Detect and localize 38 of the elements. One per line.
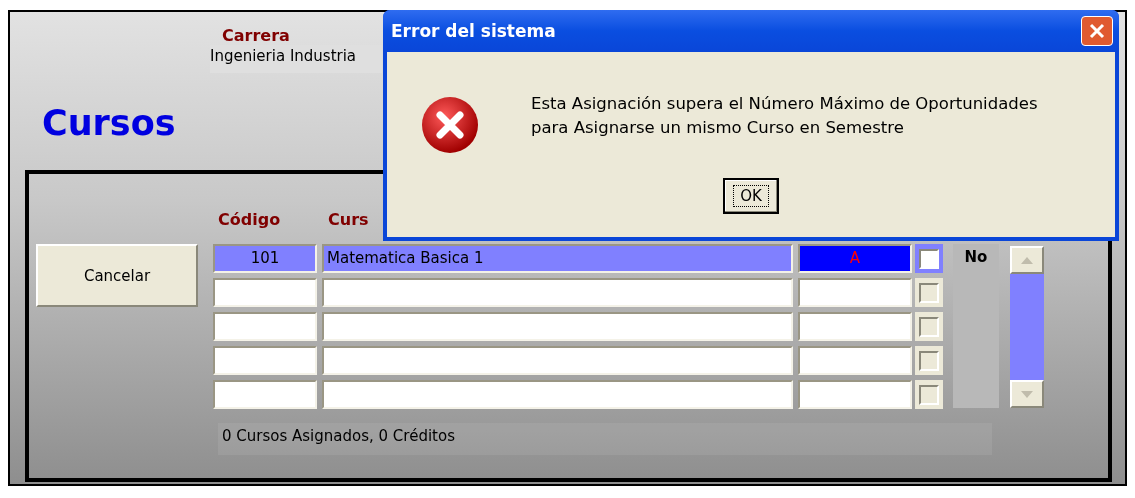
table-cell[interactable]: [322, 380, 793, 409]
dialog-title: Error del sistema: [391, 21, 556, 41]
table-cell[interactable]: 101: [213, 244, 317, 273]
table-cell[interactable]: [798, 380, 912, 409]
error-message: para Asignarse un mismo Curso en Semestre: [531, 117, 905, 139]
scroll-down-button[interactable]: [1010, 380, 1044, 408]
close-button[interactable]: [1081, 16, 1113, 46]
career-label: Carrera: [222, 26, 291, 45]
ok-button[interactable]: OK: [723, 178, 779, 214]
table-cell[interactable]: [213, 278, 317, 307]
column-header: Curs: [328, 210, 370, 231]
checkbox[interactable]: [919, 282, 939, 303]
checkbox[interactable]: [919, 384, 939, 405]
page-title: Cursos: [42, 103, 176, 143]
down-arrow-icon: [1021, 390, 1033, 398]
table-cell[interactable]: [322, 346, 793, 375]
checkbox[interactable]: [919, 350, 939, 371]
table-cell[interactable]: [798, 346, 912, 375]
table-cell[interactable]: [213, 346, 317, 375]
cancel-button[interactable]: Cancelar: [36, 244, 198, 307]
table-cell[interactable]: Matematica Basica 1: [322, 244, 793, 273]
column-header: Código: [218, 210, 282, 231]
table-cell[interactable]: [322, 278, 793, 307]
close-icon: [1089, 23, 1105, 39]
error-message: Esta Asignación supera el Número Máximo de Oportunidades: [531, 93, 1038, 115]
checkbox[interactable]: [919, 316, 939, 337]
scroll-up-button[interactable]: [1010, 246, 1044, 274]
summary-text: 0 Cursos Asignados, 0 Créditos: [218, 423, 992, 455]
scrollbar[interactable]: [1010, 246, 1044, 408]
up-arrow-icon: [1021, 256, 1033, 264]
error-icon: [421, 96, 481, 156]
status-label: No: [964, 247, 988, 268]
table-cell[interactable]: [798, 278, 912, 307]
table-cell[interactable]: [798, 312, 912, 341]
table-cell[interactable]: [213, 380, 317, 409]
table-cell[interactable]: [322, 312, 793, 341]
table-cell[interactable]: [213, 312, 317, 341]
checkbox[interactable]: [919, 248, 939, 269]
